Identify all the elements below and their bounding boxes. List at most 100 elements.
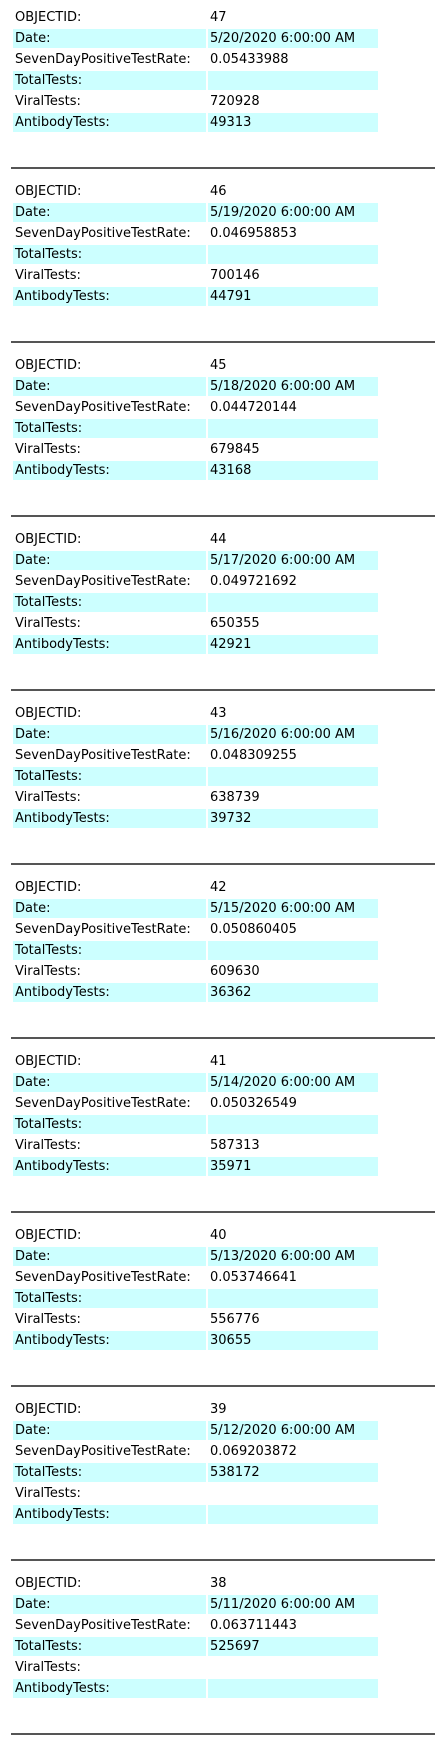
total-tests-row: TotalTests: 525697 xyxy=(13,1637,378,1656)
field-label: OBJECTID: xyxy=(15,184,82,199)
attribute-table: OBJECTID: 43 Date: 5/16/2020 6:00:00 AM Seve… xyxy=(11,702,380,830)
field-label: AntibodyTests: xyxy=(13,1331,206,1350)
viral-tests-row: ViralTests: 587313 xyxy=(13,1136,378,1155)
field-value: 609630 xyxy=(210,964,260,979)
field-value: 587313 xyxy=(210,1138,260,1153)
field-value xyxy=(208,245,378,264)
field-label: TotalTests: xyxy=(13,71,206,90)
field-label: Date: xyxy=(13,1073,206,1092)
positive-rate-row: SevenDayPositiveTestRate: 0.05433988 xyxy=(13,50,378,69)
positive-rate-row: SevenDayPositiveTestRate: 0.050860405 xyxy=(13,920,378,939)
field-label: TotalTests: xyxy=(13,1115,206,1134)
field-label: SevenDayPositiveTestRate: xyxy=(15,922,191,937)
field-label: OBJECTID: xyxy=(15,10,82,25)
date-row: Date: 5/11/2020 6:00:00 AM xyxy=(13,1595,378,1614)
field-value: 556776 xyxy=(210,1312,260,1327)
field-label: SevenDayPositiveTestRate: xyxy=(15,1270,191,1285)
field-label: Date: xyxy=(13,1421,206,1440)
total-tests-row: TotalTests: xyxy=(13,1115,378,1134)
field-value xyxy=(208,1484,378,1503)
field-label: ViralTests: xyxy=(15,442,81,457)
field-value: 39 xyxy=(210,1402,227,1417)
field-value: 700146 xyxy=(210,268,260,283)
viral-tests-row: ViralTests: 679845 xyxy=(13,440,378,459)
record-divider xyxy=(11,1385,435,1387)
record-divider xyxy=(11,1559,435,1561)
positive-rate-row: SevenDayPositiveTestRate: 0.050326549 xyxy=(13,1094,378,1113)
positive-rate-row: SevenDayPositiveTestRate: 0.053746641 xyxy=(13,1268,378,1287)
field-label: ViralTests: xyxy=(15,1486,81,1501)
field-label: TotalTests: xyxy=(13,1637,206,1656)
field-value: 525697 xyxy=(208,1637,378,1656)
record-block: OBJECTID: 42 Date: 5/15/2020 6:00:00 AM Seve… xyxy=(0,876,435,1050)
field-value: 5/11/2020 6:00:00 AM xyxy=(208,1595,378,1614)
field-label: ViralTests: xyxy=(15,1312,81,1327)
date-row: Date: 5/12/2020 6:00:00 AM xyxy=(13,1421,378,1440)
record-divider xyxy=(11,515,435,517)
field-value xyxy=(208,593,378,612)
field-value: 42 xyxy=(210,880,227,895)
positive-rate-row: SevenDayPositiveTestRate: 0.063711443 xyxy=(13,1616,378,1635)
record-block: OBJECTID: 40 Date: 5/13/2020 6:00:00 AM Seve… xyxy=(0,1224,435,1398)
field-value: 45 xyxy=(210,358,227,373)
field-value: 47 xyxy=(210,10,227,25)
field-value: 538172 xyxy=(208,1463,378,1482)
field-label: TotalTests: xyxy=(13,941,206,960)
field-label: ViralTests: xyxy=(15,616,81,631)
field-value: 5/18/2020 6:00:00 AM xyxy=(208,377,378,396)
field-label: OBJECTID: xyxy=(15,358,82,373)
viral-tests-row: ViralTests: 650355 xyxy=(13,614,378,633)
total-tests-row: TotalTests: xyxy=(13,419,378,438)
record-block: OBJECTID: 39 Date: 5/12/2020 6:00:00 AM Seve… xyxy=(0,1398,435,1572)
record-divider xyxy=(11,1733,435,1735)
field-value: 46 xyxy=(210,184,227,199)
field-value: 35971 xyxy=(208,1157,378,1176)
antibody-tests-row: AntibodyTests: 42921 xyxy=(13,635,378,654)
field-label: OBJECTID: xyxy=(15,1054,82,1069)
field-label: TotalTests: xyxy=(13,419,206,438)
objectid-row: OBJECTID: 42 xyxy=(13,878,378,897)
field-value: 5/16/2020 6:00:00 AM xyxy=(208,725,378,744)
record-block: OBJECTID: 38 Date: 5/11/2020 6:00:00 AM Seve… xyxy=(0,1572,435,1746)
attribute-table: OBJECTID: 42 Date: 5/15/2020 6:00:00 AM Seve… xyxy=(11,876,380,1004)
field-value: 638739 xyxy=(210,790,260,805)
viral-tests-row: ViralTests: 638739 xyxy=(13,788,378,807)
field-label: ViralTests: xyxy=(15,1138,81,1153)
attribute-table: OBJECTID: 47 Date: 5/20/2020 6:00:00 AM Seve… xyxy=(11,6,380,134)
field-label: OBJECTID: xyxy=(15,706,82,721)
field-value: 49313 xyxy=(208,113,378,132)
field-value: 42921 xyxy=(208,635,378,654)
record-divider xyxy=(11,689,435,691)
field-value: 5/12/2020 6:00:00 AM xyxy=(208,1421,378,1440)
field-value: 43 xyxy=(210,706,227,721)
field-value: 36362 xyxy=(208,983,378,1002)
field-label: TotalTests: xyxy=(13,593,206,612)
total-tests-row: TotalTests: xyxy=(13,767,378,786)
total-tests-row: TotalTests: xyxy=(13,71,378,90)
field-value xyxy=(208,1289,378,1308)
field-value xyxy=(208,1679,378,1698)
field-label: TotalTests: xyxy=(13,767,206,786)
date-row: Date: 5/14/2020 6:00:00 AM xyxy=(13,1073,378,1092)
field-label: SevenDayPositiveTestRate: xyxy=(15,748,191,763)
antibody-tests-row: AntibodyTests: 39732 xyxy=(13,809,378,828)
field-value xyxy=(208,767,378,786)
objectid-row: OBJECTID: 47 xyxy=(13,8,378,27)
field-label: OBJECTID: xyxy=(15,1228,82,1243)
positive-rate-row: SevenDayPositiveTestRate: 0.049721692 xyxy=(13,572,378,591)
date-row: Date: 5/17/2020 6:00:00 AM xyxy=(13,551,378,570)
viral-tests-row: ViralTests: 609630 xyxy=(13,962,378,981)
date-row: Date: 5/13/2020 6:00:00 AM xyxy=(13,1247,378,1266)
field-value xyxy=(208,1115,378,1134)
field-label: Date: xyxy=(13,1595,206,1614)
field-value xyxy=(208,1658,378,1677)
field-value: 0.050326549 xyxy=(210,1096,297,1111)
field-label: OBJECTID: xyxy=(15,1576,82,1591)
field-label: ViralTests: xyxy=(15,94,81,109)
field-value: 41 xyxy=(210,1054,227,1069)
record-block: OBJECTID: 44 Date: 5/17/2020 6:00:00 AM Seve… xyxy=(0,528,435,702)
field-value xyxy=(208,71,378,90)
field-label: Date: xyxy=(13,899,206,918)
record-block: OBJECTID: 43 Date: 5/16/2020 6:00:00 AM Seve… xyxy=(0,702,435,876)
objectid-row: OBJECTID: 44 xyxy=(13,530,378,549)
